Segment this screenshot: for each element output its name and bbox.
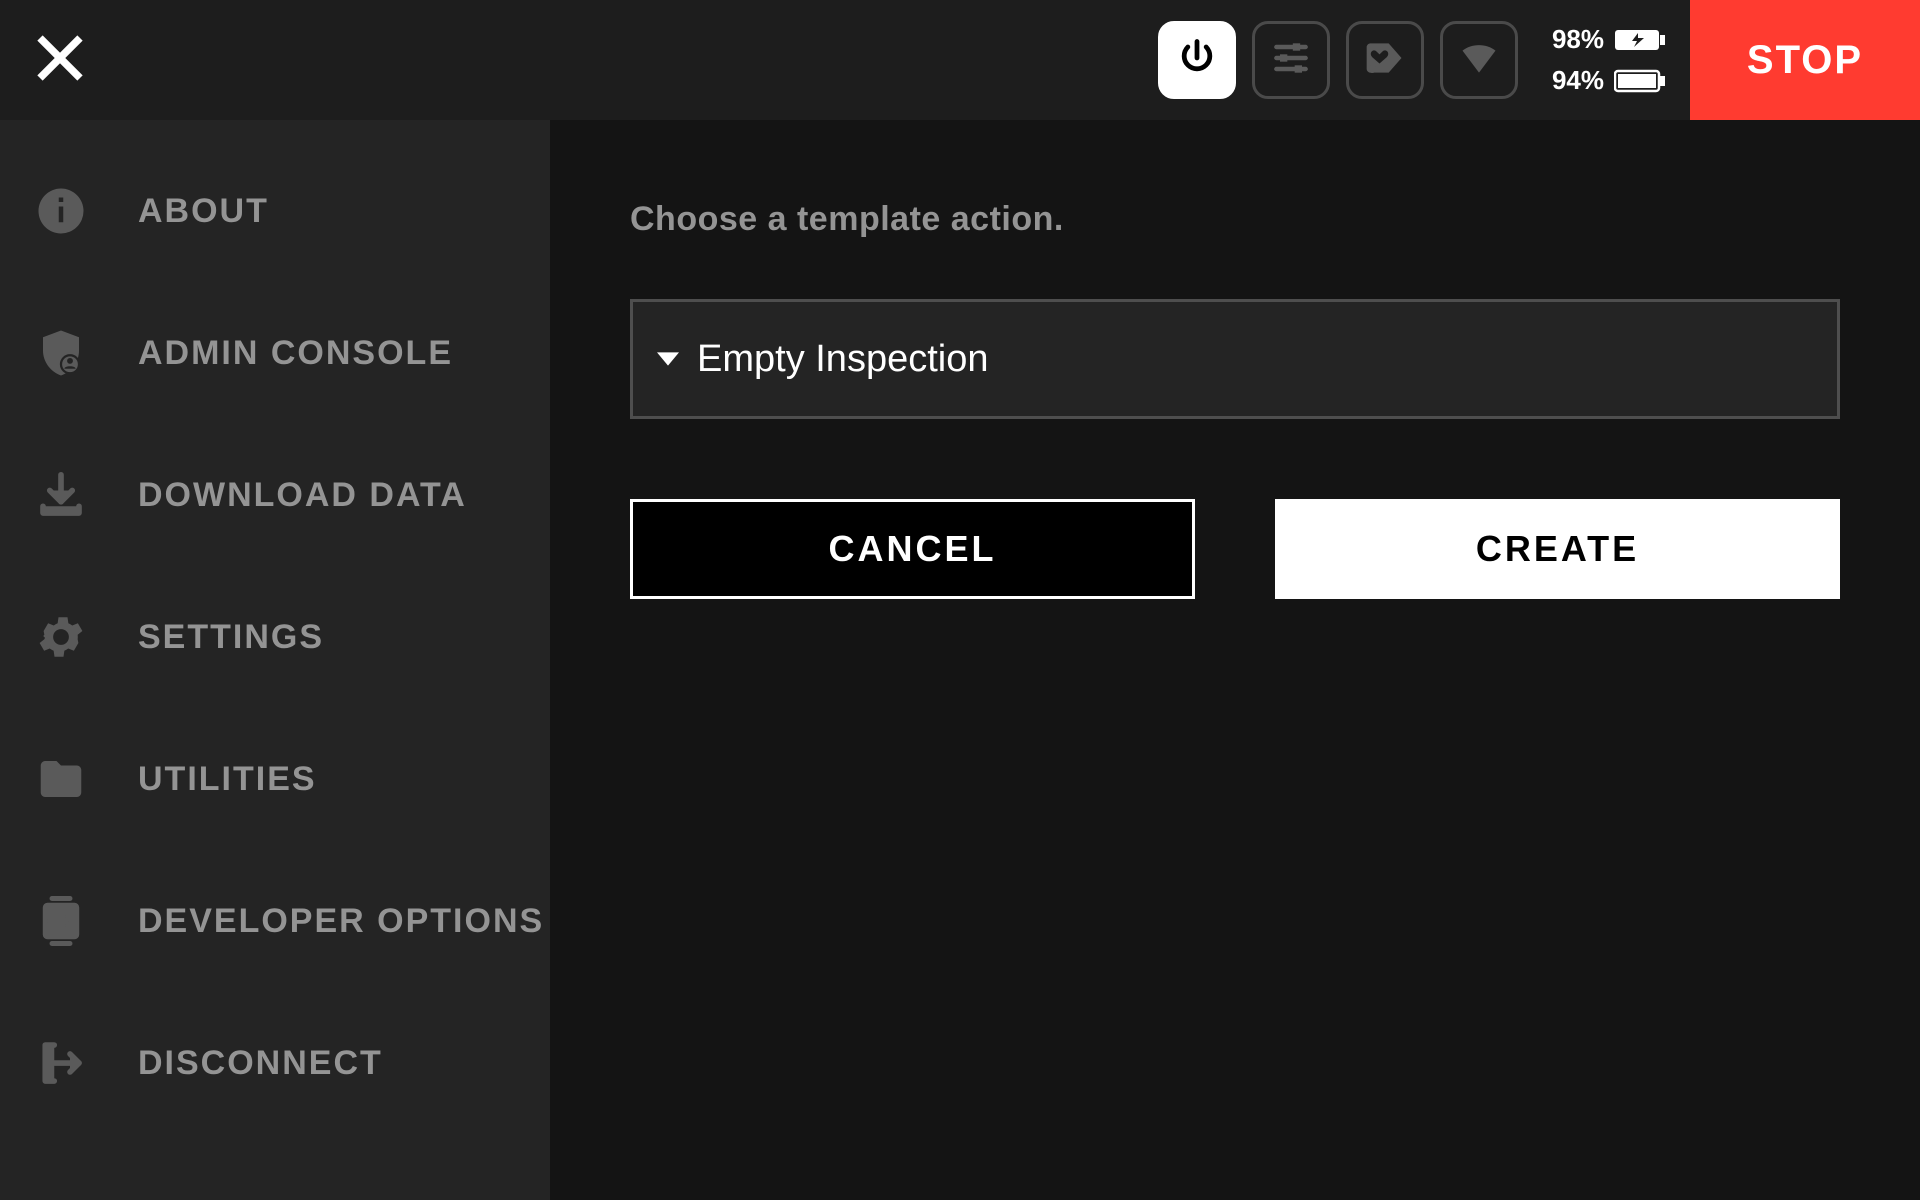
caret-down-icon [657,352,679,366]
template-dropdown[interactable]: Empty Inspection [630,299,1840,419]
download-icon [30,464,92,526]
gear-icon [30,606,92,668]
battery-top-value: 98% [1552,24,1604,55]
cancel-button[interactable]: CANCEL [630,499,1195,599]
info-icon [30,180,92,242]
shield-admin-icon [30,322,92,384]
sidebar-item-label: SETTINGS [138,618,324,657]
heart-tag-icon [1363,36,1407,85]
battery-status: 98% 94% [1552,24,1666,96]
prompt-text: Choose a template action. [630,200,1840,239]
power-icon [1175,36,1219,85]
sidebar-item-settings[interactable]: SETTINGS [0,566,550,708]
sidebar-item-label: UTILITIES [138,760,317,799]
sidebar: ABOUT ADMIN CONSOLE DOWNLOAD DATA SETTIN… [0,120,550,1200]
tune-button[interactable] [1252,21,1330,99]
close-icon [30,28,90,93]
sidebar-item-developer-options[interactable]: DEVELOPER OPTIONS [0,850,550,992]
developer-icon [30,890,92,952]
create-button[interactable]: CREATE [1275,499,1840,599]
button-row: CANCEL CREATE [630,499,1840,599]
sidebar-item-label: DISCONNECT [138,1044,383,1083]
sidebar-item-utilities[interactable]: UTILITIES [0,708,550,850]
wifi-button[interactable] [1440,21,1518,99]
stop-label: STOP [1747,38,1863,83]
sidebar-item-label: DOWNLOAD DATA [138,476,467,515]
battery-charging-icon [1614,27,1666,53]
create-label: CREATE [1476,528,1639,570]
folder-icon [30,748,92,810]
power-button[interactable] [1158,21,1236,99]
topbar-icon-group [1158,21,1518,99]
cancel-label: CANCEL [829,528,997,570]
sidebar-item-label: DEVELOPER OPTIONS [138,902,544,941]
sidebar-item-label: ADMIN CONSOLE [138,334,453,373]
sidebar-item-disconnect[interactable]: DISCONNECT [0,992,550,1134]
sidebar-item-download-data[interactable]: DOWNLOAD DATA [0,424,550,566]
sidebar-item-label: ABOUT [138,192,269,231]
logout-icon [30,1032,92,1094]
close-button[interactable] [0,0,120,120]
sidebar-item-admin-console[interactable]: ADMIN CONSOLE [0,282,550,424]
top-bar: 98% 94% STOP [0,0,1920,120]
tune-icon [1269,36,1313,85]
wifi-icon [1457,36,1501,85]
sidebar-item-about[interactable]: ABOUT [0,140,550,282]
main-content: Choose a template action. Empty Inspecti… [550,120,1920,1200]
dropdown-value: Empty Inspection [697,338,988,381]
stop-button[interactable]: STOP [1690,0,1920,120]
battery-icon [1614,68,1666,94]
loyalty-button[interactable] [1346,21,1424,99]
battery-bottom-value: 94% [1552,65,1604,96]
